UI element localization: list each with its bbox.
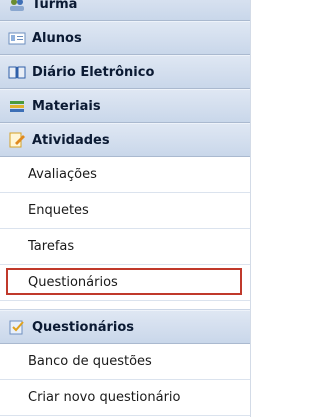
- menu-header-label: Diário Eletrônico: [32, 64, 155, 80]
- submenu-item-criar-novo-questionario[interactable]: Criar novo questionário: [0, 380, 250, 416]
- quiz-icon: [8, 319, 26, 335]
- menu-header-label: Atividades: [32, 132, 110, 148]
- submenu-item-banco-de-questoes[interactable]: Banco de questões: [0, 344, 250, 380]
- section-divider: [0, 301, 250, 310]
- submenu-item-label: Criar novo questionário: [28, 390, 181, 405]
- panel-border: [250, 0, 251, 417]
- submenu-item-label: Tarefas: [28, 239, 75, 254]
- menu-header-label: Alunos: [32, 30, 82, 46]
- selection-highlight: [6, 268, 242, 295]
- submenu-item-enquetes[interactable]: Enquetes: [0, 193, 250, 229]
- submenu-item-label: Avaliações: [28, 167, 97, 182]
- menu-header-alunos[interactable]: Alunos: [0, 21, 250, 55]
- menu-header-diario[interactable]: Diário Eletrônico: [0, 55, 250, 89]
- book-icon: [8, 64, 26, 80]
- submenu-item-questionarios[interactable]: Questionários: [0, 265, 250, 301]
- submenu-item-label: Banco de questões: [28, 354, 152, 369]
- menu-header-label: Turma: [32, 0, 78, 12]
- edit-note-icon: [8, 132, 26, 148]
- menu-header-questionarios[interactable]: Questionários: [0, 310, 250, 344]
- menu-header-materiais[interactable]: Materiais: [0, 89, 250, 123]
- menu-header-label: Questionários: [32, 319, 135, 335]
- menu-header-turma[interactable]: Turma: [0, 0, 250, 21]
- submenu-item-avaliacoes[interactable]: Avaliações: [0, 157, 250, 193]
- stack-icon: [8, 98, 26, 114]
- submenu-item-tarefas[interactable]: Tarefas: [0, 229, 250, 265]
- submenu-item-label: Enquetes: [28, 203, 89, 218]
- group-icon: [8, 0, 26, 12]
- menu-header-atividades[interactable]: Atividades: [0, 123, 250, 157]
- sidebar-menu: Turma Alunos Diário Eletrônico Materiais…: [0, 0, 250, 416]
- menu-header-label: Materiais: [32, 98, 101, 114]
- students-icon: [8, 30, 26, 46]
